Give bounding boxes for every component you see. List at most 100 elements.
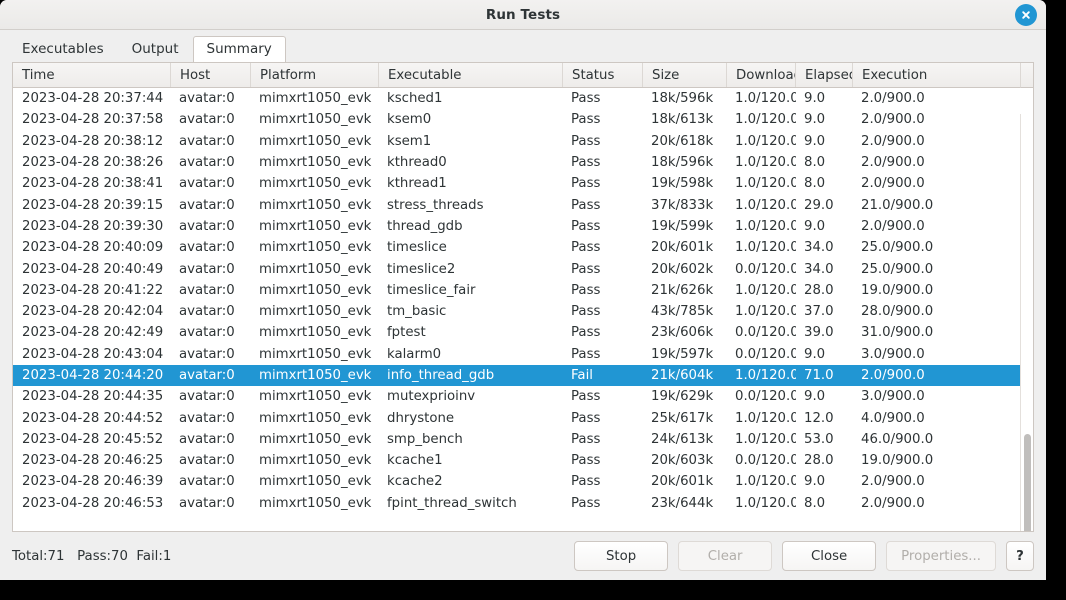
column-header-download[interactable]: Download: [727, 63, 796, 87]
dialog-button-area: Stop Clear Close Properties... ?: [574, 541, 1034, 571]
cell-exectime: 25.0/900.0: [861, 240, 934, 256]
cell-time: 2023-04-28 20:46:39: [22, 474, 164, 490]
column-header-platform[interactable]: Platform: [251, 63, 379, 87]
table-row[interactable]: 2023-04-28 20:41:22 avatar:0 mimxrt1050_ev…: [13, 280, 1033, 301]
table-row[interactable]: 2023-04-28 20:46:53 avatar:0 mimxrt1050_ev…: [13, 493, 1033, 514]
help-button[interactable]: ?: [1006, 541, 1034, 571]
vertical-scrollbar[interactable]: [1020, 114, 1033, 531]
column-header-host[interactable]: Host: [171, 63, 251, 87]
cell-time: 2023-04-28 20:42:04: [22, 304, 164, 320]
cell-size: 19k/598k: [651, 176, 714, 192]
cell-status: Pass: [571, 112, 601, 128]
cell-status: Pass: [571, 453, 601, 469]
table-row[interactable]: 2023-04-28 20:39:30 avatar:0 mimxrt1050_ev…: [13, 216, 1033, 237]
cell-exec: timeslice2: [387, 261, 456, 277]
cell-exec: ksem1: [387, 133, 432, 149]
table-row[interactable]: 2023-04-28 20:39:15 avatar:0 mimxrt1050_ev…: [13, 194, 1033, 215]
table-row[interactable]: 2023-04-28 20:43:04 avatar:0 mimxrt1050_ev…: [13, 344, 1033, 365]
cell-elapsed: 53.0: [804, 431, 834, 447]
cell-platform: mimxrt1050_evk: [259, 91, 372, 107]
table-row[interactable]: 2023-04-28 20:38:41 avatar:0 mimxrt1050_ev…: [13, 173, 1033, 194]
cell-elapsed: 34.0: [804, 240, 834, 256]
cell-exectime: 2.0/900.0: [861, 495, 925, 511]
cell-exec: kthread0: [387, 155, 447, 171]
cell-host: avatar:0: [179, 410, 235, 426]
cell-elapsed: 39.0: [804, 325, 834, 341]
column-header-execution[interactable]: Execution: [853, 63, 993, 87]
tab-executables[interactable]: Executables: [8, 36, 118, 64]
cell-elapsed: 8.0: [804, 176, 826, 192]
cell-platform: mimxrt1050_evk: [259, 389, 372, 405]
table-row[interactable]: 2023-04-28 20:42:49 avatar:0 mimxrt1050_ev…: [13, 322, 1033, 343]
table-row[interactable]: 2023-04-28 20:44:35 avatar:0 mimxrt1050_ev…: [13, 386, 1033, 407]
cell-host: avatar:0: [179, 133, 235, 149]
cell-exectime: 3.0/900.0: [861, 389, 925, 405]
cell-platform: mimxrt1050_evk: [259, 474, 372, 490]
properties-button[interactable]: Properties...: [886, 541, 996, 571]
cell-size: 20k/618k: [651, 133, 714, 149]
table-row[interactable]: 2023-04-28 20:40:09 avatar:0 mimxrt1050_ev…: [13, 237, 1033, 258]
cell-time: 2023-04-28 20:40:09: [22, 240, 164, 256]
cell-time: 2023-04-28 20:46:53: [22, 495, 164, 511]
cell-time: 2023-04-28 20:44:35: [22, 389, 164, 405]
tab-bar: Executables Output Summary: [0, 30, 1046, 64]
cell-size: 18k/596k: [651, 155, 714, 171]
cell-elapsed: 37.0: [804, 304, 834, 320]
close-button[interactable]: Close: [782, 541, 877, 571]
table-row[interactable]: 2023-04-28 20:38:12 avatar:0 mimxrt1050_ev…: [13, 131, 1033, 152]
cell-status: Pass: [571, 431, 601, 447]
cell-size: 20k/601k: [651, 240, 714, 256]
cell-exectime: 25.0/900.0: [861, 261, 934, 277]
column-header-time[interactable]: Time: [13, 63, 171, 87]
table-row[interactable]: 2023-04-28 20:37:58 avatar:0 mimxrt1050_ev…: [13, 109, 1033, 130]
cell-platform: mimxrt1050_evk: [259, 261, 372, 277]
cell-elapsed: 28.0: [804, 453, 834, 469]
column-header-status[interactable]: Status: [563, 63, 643, 87]
cell-host: avatar:0: [179, 346, 235, 362]
cell-host: avatar:0: [179, 431, 235, 447]
clear-button[interactable]: Clear: [678, 541, 773, 571]
cell-exectime: 2.0/900.0: [861, 218, 925, 234]
vertical-scrollbar-thumb[interactable]: [1024, 434, 1031, 531]
cell-exectime: 4.0/900.0: [861, 410, 925, 426]
cell-elapsed: 34.0: [804, 261, 834, 277]
cell-exec: stress_threads: [387, 197, 484, 213]
cell-platform: mimxrt1050_evk: [259, 155, 372, 171]
cell-status: Pass: [571, 282, 601, 298]
cell-elapsed: 29.0: [804, 197, 834, 213]
column-header-size[interactable]: Size: [643, 63, 727, 87]
cell-status: Pass: [571, 304, 601, 320]
table-row[interactable]: 2023-04-28 20:40:49 avatar:0 mimxrt1050_ev…: [13, 258, 1033, 279]
cell-download: 0.0/120.0: [735, 453, 796, 469]
table-row[interactable]: 2023-04-28 20:44:20 avatar:0 mimxrt1050_ev…: [13, 364, 1033, 387]
table-row[interactable]: 2023-04-28 20:42:04 avatar:0 mimxrt1050_ev…: [13, 301, 1033, 322]
cell-size: 19k/629k: [651, 389, 714, 405]
cell-host: avatar:0: [179, 389, 235, 405]
cell-platform: mimxrt1050_evk: [259, 495, 372, 511]
cell-elapsed: 8.0: [804, 155, 826, 171]
cell-host: avatar:0: [179, 261, 235, 277]
window-close-icon[interactable]: [1015, 4, 1037, 26]
tab-output[interactable]: Output: [118, 36, 193, 64]
table-row[interactable]: 2023-04-28 20:38:26 avatar:0 mimxrt1050_ev…: [13, 152, 1033, 173]
cell-exec: kthread1: [387, 176, 447, 192]
cell-exec: ksem0: [387, 112, 432, 128]
column-header-elapsed[interactable]: Elapsed: [796, 63, 853, 87]
column-header-executable[interactable]: Executable: [379, 63, 563, 87]
cell-elapsed: 9.0: [804, 474, 826, 490]
cell-host: avatar:0: [179, 112, 235, 128]
table-row[interactable]: 2023-04-28 20:37:44 avatar:0 mimxrt1050_ev…: [13, 88, 1033, 109]
table-row[interactable]: 2023-04-28 20:44:52 avatar:0 mimxrt1050_ev…: [13, 407, 1033, 428]
cell-exec: ksched1: [387, 91, 443, 107]
table-row[interactable]: 2023-04-28 20:45:52 avatar:0 mimxrt1050_ev…: [13, 429, 1033, 450]
tab-summary[interactable]: Summary: [192, 35, 286, 63]
cell-platform: mimxrt1050_evk: [259, 346, 372, 362]
cell-exectime: 2.0/900.0: [861, 133, 925, 149]
cell-host: avatar:0: [179, 155, 235, 171]
table-row[interactable]: 2023-04-28 20:46:39 avatar:0 mimxrt1050_ev…: [13, 471, 1033, 492]
stop-button[interactable]: Stop: [574, 541, 669, 571]
cell-download: 1.0/120.0: [735, 304, 796, 320]
cell-download: 1.0/120.0: [735, 474, 796, 490]
bottom-bar: Total:71 Pass:70 Fail:1 Stop Clear Close…: [0, 532, 1046, 580]
table-row[interactable]: 2023-04-28 20:46:25 avatar:0 mimxrt1050_ev…: [13, 450, 1033, 471]
